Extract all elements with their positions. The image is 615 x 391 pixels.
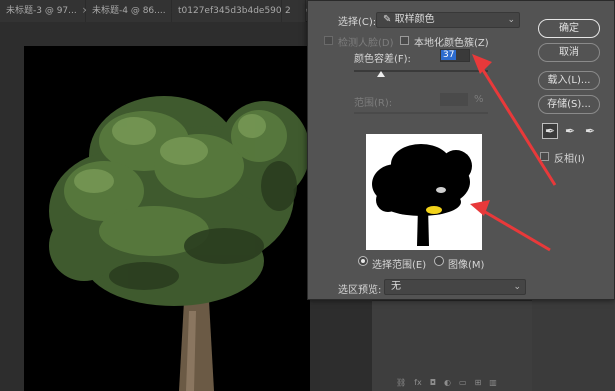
new-layer-icon[interactable]: ⊞ xyxy=(475,378,482,391)
selection-preview xyxy=(366,134,482,250)
preview-mask-image xyxy=(366,134,482,250)
eyedropper-icon: ✎ xyxy=(383,14,392,25)
range-label: 范围(R): xyxy=(354,98,393,109)
document-tab-bar: 未标题-3 @ 97...× 未标题-4 @ 86....× t0127ef34… xyxy=(0,0,320,22)
save-button[interactable]: 存储(S)... xyxy=(538,95,600,114)
fuzziness-value: 37 xyxy=(441,50,457,60)
fuzziness-slider-track[interactable] xyxy=(354,70,488,72)
tab-label: 未标题-4 @ 86.... xyxy=(92,6,166,16)
link-icon[interactable]: ⛓ xyxy=(396,378,406,391)
selection-mode-radio[interactable] xyxy=(358,256,368,266)
selection-preview-label: 选区预览: xyxy=(338,285,382,296)
fuzziness-slider-thumb[interactable] xyxy=(377,71,385,77)
trash-icon[interactable]: ▥ xyxy=(489,378,497,391)
image-mode-radio[interactable] xyxy=(434,256,444,266)
document-canvas[interactable] xyxy=(24,46,310,391)
eyedropper-minus-icon[interactable]: ✒ xyxy=(582,123,598,139)
document-tab[interactable]: 2 xyxy=(282,0,306,22)
fuzziness-input[interactable]: 37 xyxy=(440,49,470,62)
detect-faces-label: 检测人脸(D) xyxy=(338,38,394,49)
chevron-down-icon: ⌄ xyxy=(513,282,521,292)
select-value: 取样颜色 xyxy=(394,14,435,25)
invert-label: 反相(I) xyxy=(554,154,585,165)
selection-mode-label: 选择范围(E) xyxy=(372,260,427,271)
select-dropdown[interactable]: ✎ 取样颜色 ⌄ xyxy=(376,12,520,28)
tab-label: 未标题-3 @ 97... xyxy=(6,6,77,16)
range-input[interactable] xyxy=(440,93,468,106)
tab-label: 2 xyxy=(285,6,291,16)
range-unit: % xyxy=(474,94,484,105)
fuzziness-label: 颜色容差(F): xyxy=(354,54,411,65)
chevron-down-icon: ⌄ xyxy=(507,15,515,25)
tree-image xyxy=(24,46,310,391)
document-tab[interactable]: 未标题-4 @ 86....× xyxy=(86,0,178,22)
tab-label: t0127ef345d3b4de590.jpg xyxy=(178,6,299,16)
load-button[interactable]: 载入(L)... xyxy=(538,71,600,90)
range-slider-track[interactable] xyxy=(354,112,488,114)
invert-checkbox[interactable] xyxy=(540,152,549,161)
detect-faces-checkbox[interactable] xyxy=(324,36,333,45)
mask-icon[interactable]: ◘ xyxy=(430,378,436,391)
selection-preview-value: 无 xyxy=(391,281,401,292)
eyedropper-plus-icon[interactable]: ✒ xyxy=(562,123,578,139)
select-label: 选择(C): xyxy=(338,17,377,28)
adjustment-icon[interactable]: ◐ xyxy=(444,378,451,391)
selection-preview-dropdown[interactable]: 无 ⌄ xyxy=(384,279,526,295)
localized-clusters-label: 本地化颜色簇(Z) xyxy=(414,38,489,49)
folder-icon[interactable]: ▭ xyxy=(459,378,467,391)
panel-strip xyxy=(532,300,615,391)
color-range-dialog: 选择(C): ✎ 取样颜色 ⌄ 检测人脸(D) 本地化颜色簇(Z) 颜色容差(F… xyxy=(307,0,615,300)
ok-button[interactable]: 确定 xyxy=(538,19,600,38)
image-mode-label: 图像(M) xyxy=(448,260,485,271)
cancel-button[interactable]: 取消 xyxy=(538,43,600,62)
fx-icon[interactable]: fx xyxy=(414,378,422,391)
eyedropper-icon[interactable]: ✒ xyxy=(542,123,558,139)
document-tab[interactable]: 未标题-3 @ 97...× xyxy=(0,0,89,22)
document-tab[interactable]: t0127ef345d3b4de590.jpg× xyxy=(172,0,311,22)
layers-panel-toolbar: ⛓ fx ◘ ◐ ▭ ⊞ ▥ xyxy=(372,378,532,391)
localized-clusters-checkbox[interactable] xyxy=(400,36,409,45)
